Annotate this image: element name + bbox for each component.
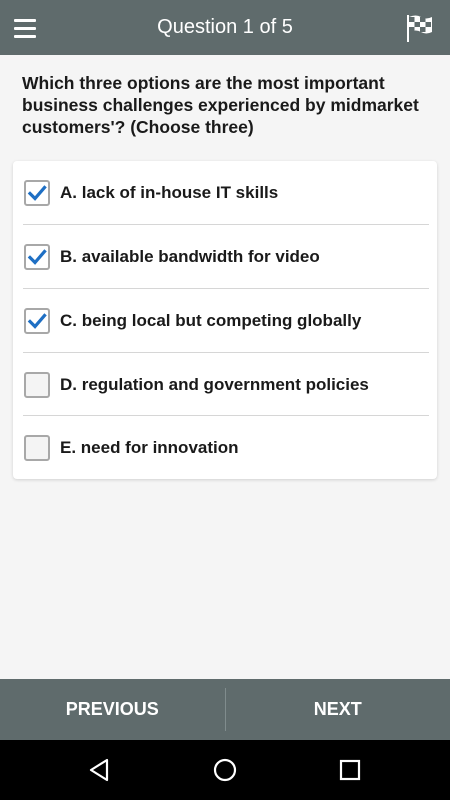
next-button[interactable]: NEXT [226, 679, 450, 740]
back-triangle-icon[interactable] [87, 757, 113, 783]
option-label: D. regulation and government policies [60, 374, 369, 394]
checkbox-checked[interactable] [24, 179, 50, 206]
checkbox-unchecked[interactable] [24, 371, 50, 398]
checkered-flag-icon[interactable] [404, 12, 436, 44]
options-card: A. lack of in-house IT skills B. availab… [13, 161, 437, 479]
checkbox-unchecked[interactable] [24, 434, 50, 461]
option-label: B. available bandwidth for video [60, 246, 320, 266]
question-text: Which three options are the most importa… [22, 73, 419, 137]
previous-button[interactable]: PREVIOUS [0, 679, 225, 740]
option-e[interactable]: E. need for innovation [13, 416, 437, 479]
checkbox-checked[interactable] [24, 243, 50, 270]
app-header: Question 1 of 5 [0, 0, 450, 55]
option-label: C. being local but competing globally [60, 310, 362, 330]
option-label: E. need for innovation [60, 437, 239, 457]
system-navigation-bar [0, 740, 450, 800]
home-circle-icon[interactable] [212, 757, 238, 783]
bottom-navigation-bar: PREVIOUS NEXT [0, 679, 450, 740]
option-label: A. lack of in-house IT skills [60, 182, 279, 202]
hamburger-menu-icon[interactable] [14, 14, 44, 42]
option-d[interactable]: D. regulation and government policies [13, 353, 437, 416]
checkmark-icon [27, 184, 47, 201]
option-a[interactable]: A. lack of in-house IT skills [13, 161, 437, 224]
checkmark-icon [27, 248, 47, 265]
checkmark-icon [27, 312, 47, 329]
option-c[interactable]: C. being local but competing globally [13, 289, 437, 352]
question-counter-title: Question 1 of 5 [157, 16, 293, 38]
checkbox-checked[interactable] [24, 307, 50, 334]
option-b[interactable]: B. available bandwidth for video [13, 225, 437, 288]
recents-square-icon[interactable] [337, 757, 363, 783]
